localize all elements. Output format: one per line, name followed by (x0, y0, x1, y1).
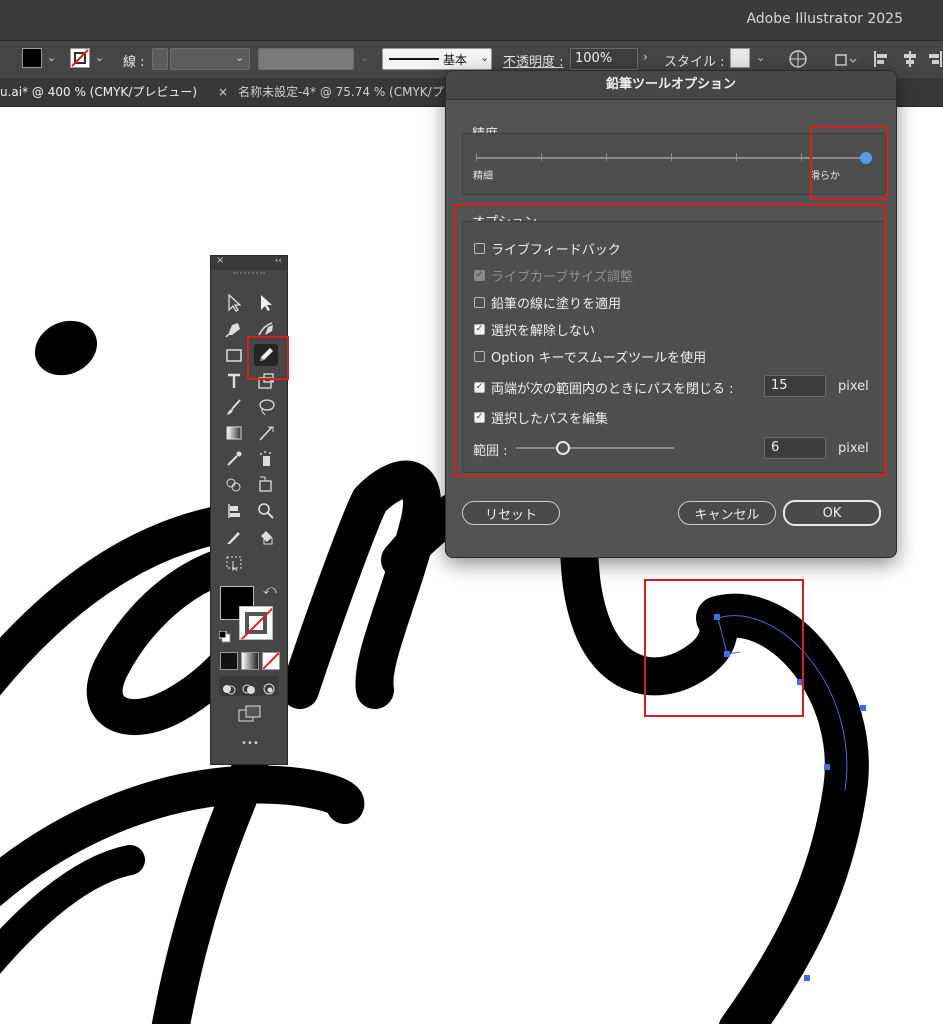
shaper-icon (259, 426, 274, 441)
highlight-box-path-end (644, 579, 804, 717)
tab-label: u.ai* @ 400 % (CMYK/プレビュー) (0, 85, 198, 99)
crop-icon (259, 476, 272, 492)
lasso-icon (259, 399, 275, 416)
fill-color-swatch[interactable] (22, 48, 42, 68)
stroke-color-swatch[interactable] (70, 48, 90, 68)
dialog-title: 鉛筆ツールオプション (446, 71, 896, 100)
magnifier-icon (258, 503, 274, 519)
selection-arrow-icon (228, 293, 242, 312)
stroke-label: 線 : (123, 55, 145, 70)
chevron-down-icon[interactable]: ⌄ (235, 51, 244, 75)
style-label: スタイル : (664, 55, 725, 70)
draw-normal-icon[interactable] (222, 680, 236, 695)
gradient-mode-icon[interactable] (241, 652, 259, 670)
flag-graph-icon (228, 504, 240, 518)
pen-nib-icon (225, 323, 240, 338)
slice-tool[interactable] (254, 474, 278, 496)
type-tool[interactable] (222, 370, 246, 392)
edit-toolbar-icon[interactable]: ••• (211, 738, 289, 749)
precision-slider-tick (606, 153, 607, 161)
direct-selection-tool[interactable] (254, 292, 278, 314)
title-bar: Adobe Illustrator 2025 (0, 0, 943, 40)
align-center-icon[interactable] (900, 49, 920, 73)
paintbrush-tool[interactable] (222, 396, 246, 418)
type-t-icon (228, 373, 240, 388)
tools-panel: × ‹‹ ⤺ ••• (210, 255, 289, 765)
column-graph-tool[interactable] (222, 500, 246, 522)
knife-icon (227, 532, 240, 544)
symbol-sprayer-icon (260, 451, 271, 466)
graphic-style-swatch[interactable] (730, 48, 750, 68)
app-title: Adobe Illustrator 2025 (746, 11, 903, 27)
eyedropper-tool[interactable] (222, 448, 246, 470)
swap-arrows-icon[interactable]: ⤺ (263, 583, 277, 598)
precision-slider-tick (866, 153, 867, 161)
chevron-down-icon[interactable]: ⌄ (95, 51, 104, 75)
perspective-icon (226, 556, 242, 572)
precision-slider-tick (476, 153, 477, 161)
none-stroke-icon (71, 49, 89, 67)
paint-bucket-icon (261, 531, 273, 545)
eyedropper-icon (227, 451, 242, 466)
lasso-tool[interactable] (254, 396, 278, 418)
shape-builder-combo-tool[interactable] (222, 474, 246, 496)
tab-label: 名称未設定-4* @ 75.74 % (CMYK/プ (238, 85, 444, 99)
stroke-weight-stepper[interactable] (152, 48, 168, 70)
pencil-tool-options-dialog: 鉛筆ツールオプション 精度 精細 滑らか オプション ライブフィードバック ✓ … (445, 70, 897, 558)
knife-tool[interactable] (222, 526, 246, 548)
tab-document-untitled-4[interactable]: × 名称未設定-4* @ 75.74 % (CMYK/プ (218, 78, 448, 106)
highlight-box-precision-smooth (810, 126, 888, 200)
paintbrush-icon (227, 399, 241, 415)
opacity-label[interactable]: 不透明度 : (503, 51, 564, 70)
draw-inside-icon[interactable] (262, 680, 276, 695)
tab-document-u[interactable]: u.ai* @ 400 % (CMYK/プレビュー) (0, 78, 210, 106)
align-right-icon[interactable] (926, 49, 943, 73)
stroke-swatch[interactable] (239, 606, 273, 640)
chevron-down-icon: ⌄ (360, 51, 370, 64)
precision-slider-tick (801, 153, 802, 161)
draw-behind-icon[interactable] (242, 680, 256, 694)
opacity-input[interactable]: 100% (570, 48, 638, 70)
live-paint-bucket-tool[interactable] (254, 526, 278, 548)
precision-min-label: 精細 (473, 171, 493, 182)
rectangle-tool[interactable] (222, 344, 246, 366)
default-colors-icon[interactable] (218, 628, 231, 643)
none-stroke-icon (240, 607, 272, 639)
brush-label: 基本 (443, 53, 468, 67)
precision-slider-tick (541, 153, 542, 161)
shape-builder-icon (226, 478, 241, 492)
direct-selection-arrow-icon (261, 295, 272, 311)
selection-tool[interactable] (222, 292, 246, 314)
ok-button[interactable]: OK (783, 500, 881, 526)
highlight-box-options (454, 204, 886, 477)
rectangle-icon (226, 349, 242, 362)
cancel-button[interactable]: キャンセル (678, 501, 776, 525)
chevron-down-icon[interactable]: ⌄ (47, 51, 56, 75)
tools-panel-header[interactable]: × ‹‹ (211, 255, 287, 270)
screen-mode-icon[interactable] (237, 704, 263, 724)
collapse-icon[interactable]: ‹‹ (275, 256, 282, 266)
none-mode-icon[interactable] (262, 652, 280, 670)
drag-handle[interactable] (233, 272, 265, 282)
close-icon[interactable]: × (218, 85, 228, 99)
pen-tool[interactable] (222, 318, 246, 340)
precision-slider-tick (671, 153, 672, 161)
perspective-selection-tool[interactable] (222, 552, 246, 574)
highlight-box-pencil-tool (247, 336, 289, 380)
gradient-tool[interactable] (222, 422, 246, 444)
zoom-tool[interactable] (254, 500, 278, 522)
variable-width-profile[interactable] (258, 48, 354, 70)
gradient-icon (226, 426, 242, 440)
color-mode-icon[interactable] (220, 652, 238, 670)
reset-button[interactable]: リセット (462, 501, 560, 525)
symbol-sprayer-tool[interactable] (254, 448, 278, 470)
precision-slider-tick (736, 153, 737, 161)
brush-definition[interactable]: 基本 (382, 48, 492, 70)
close-icon[interactable]: × (216, 255, 224, 266)
shape-builder-tool[interactable] (254, 422, 278, 444)
